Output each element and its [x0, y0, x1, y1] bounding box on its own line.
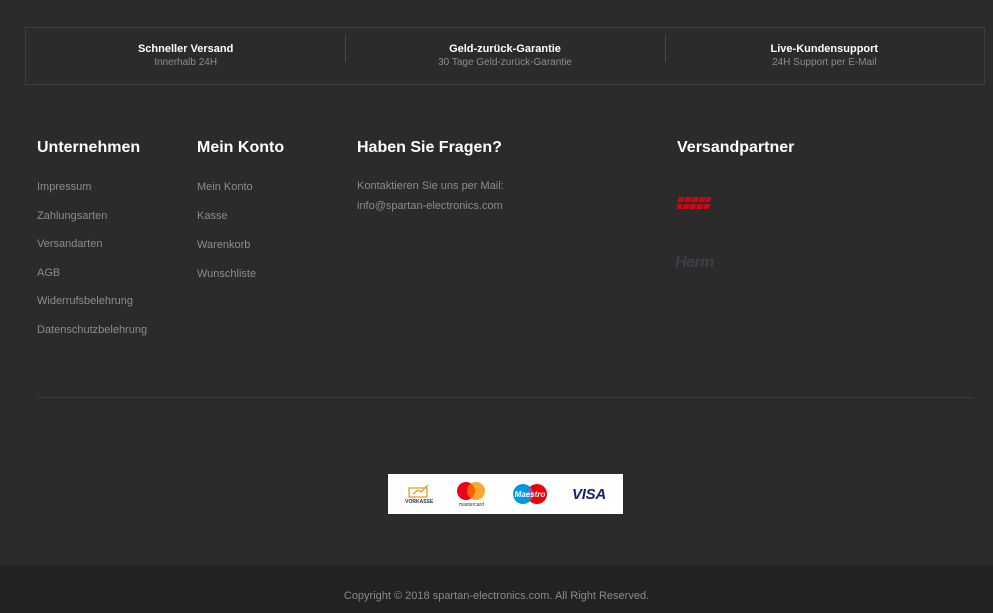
- link-versandarten[interactable]: Versandarten: [37, 238, 102, 250]
- feature-title: Geld-zurück-Garantie: [449, 43, 561, 55]
- footer-column-unternehmen: Unternehmen Impressum Zahlungsarten Vers…: [37, 138, 197, 352]
- feature-fast-shipping: Schneller Versand Innerhalb 24H: [26, 42, 345, 70]
- payment-maestro: Maestro: [510, 483, 550, 505]
- list-item: Wunschliste: [197, 267, 357, 296]
- maestro-icon: Maestro: [512, 484, 547, 504]
- list-item: Widerrufsbelehrung: [37, 294, 197, 323]
- list-item: Mein Konto: [197, 180, 357, 209]
- link-wunschliste[interactable]: Wunschliste: [197, 268, 256, 280]
- link-impressum[interactable]: Impressum: [37, 181, 91, 193]
- feature-title: Live-Kundensupport: [770, 43, 879, 55]
- payment-vorkasse: VORKASSE: [405, 484, 433, 505]
- link-kasse[interactable]: Kasse: [197, 210, 228, 222]
- link-zahlungsarten[interactable]: Zahlungsarten: [37, 210, 107, 222]
- list-item: Zahlungsarten: [37, 209, 197, 238]
- features-strip: Schneller Versand Innerhalb 24H Geld-zur…: [25, 27, 985, 85]
- feature-money-back: Geld-zurück-Garantie 30 Tage Geld-zurück…: [345, 35, 664, 70]
- contact-email[interactable]: info@spartan-electronics.com: [357, 196, 677, 216]
- list-item: Datenschutzbelehrung: [37, 323, 197, 352]
- mastercard-icon: [457, 481, 486, 500]
- feature-live-support: Live-Kundensupport 24H Support per E-Mai…: [664, 35, 984, 70]
- payment-methods: VORKASSE mastercard Maestro VISA: [388, 474, 623, 514]
- feature-subtitle: Innerhalb 24H: [154, 57, 218, 68]
- payment-visa: VISA: [572, 486, 606, 503]
- link-agb[interactable]: AGB: [37, 267, 60, 279]
- column-heading: Mein Konto: [197, 139, 285, 156]
- link-widerrufsbelehrung[interactable]: Widerrufsbelehrung: [37, 295, 133, 307]
- footer-column-fragen: Haben Sie Fragen? Kontaktieren Sie uns p…: [357, 138, 677, 216]
- feature-title: Schneller Versand: [137, 43, 234, 55]
- link-datenschutzbelehrung[interactable]: Datenschutzbelehrung: [37, 324, 147, 336]
- link-list: Mein Konto Kasse Warenkorb Wunschliste: [197, 180, 357, 296]
- column-heading: Unternehmen: [37, 139, 141, 156]
- list-item: AGB: [37, 266, 197, 295]
- footer-column-versand: Versandpartner Herm: [675, 138, 977, 271]
- feature-subtitle: 24H Support per E-Mail: [772, 57, 877, 68]
- dhl-logo: [675, 196, 711, 214]
- list-item: Versandarten: [37, 237, 197, 266]
- footer-column-konto: Mein Konto Mein Konto Kasse Warenkorb Wu…: [197, 138, 357, 296]
- dhl-logo-icon: [675, 197, 711, 209]
- vorkasse-icon: [408, 484, 429, 498]
- footer-divider: [37, 397, 973, 398]
- contact-block: Kontaktieren Sie uns per Mail: info@spar…: [357, 176, 677, 216]
- column-heading: Versandpartner: [677, 139, 795, 156]
- payment-mastercard: mastercard: [455, 481, 487, 508]
- link-mein-konto[interactable]: Mein Konto: [197, 181, 253, 193]
- maestro-text: Maestro: [514, 490, 545, 499]
- list-item: Kasse: [197, 209, 357, 238]
- hermes-logo: Herm: [675, 254, 714, 271]
- feature-subtitle: 30 Tage Geld-zurück-Garantie: [438, 57, 572, 68]
- link-warenkorb[interactable]: Warenkorb: [197, 239, 250, 251]
- list-item: Warenkorb: [197, 238, 357, 267]
- payment-label: mastercard: [458, 501, 484, 508]
- payment-label: VORKASSE: [405, 498, 434, 505]
- copyright-bar: Copyright © 2018 spartan-electronics.com…: [0, 566, 993, 613]
- column-heading: Haben Sie Fragen?: [357, 139, 502, 156]
- list-item: Impressum: [37, 180, 197, 209]
- contact-line: Kontaktieren Sie uns per Mail:: [357, 180, 504, 192]
- visa-logo: VISA: [572, 485, 606, 503]
- copyright-text: Copyright © 2018 spartan-electronics.com…: [343, 589, 650, 602]
- link-list: Impressum Zahlungsarten Versandarten AGB…: [37, 180, 197, 352]
